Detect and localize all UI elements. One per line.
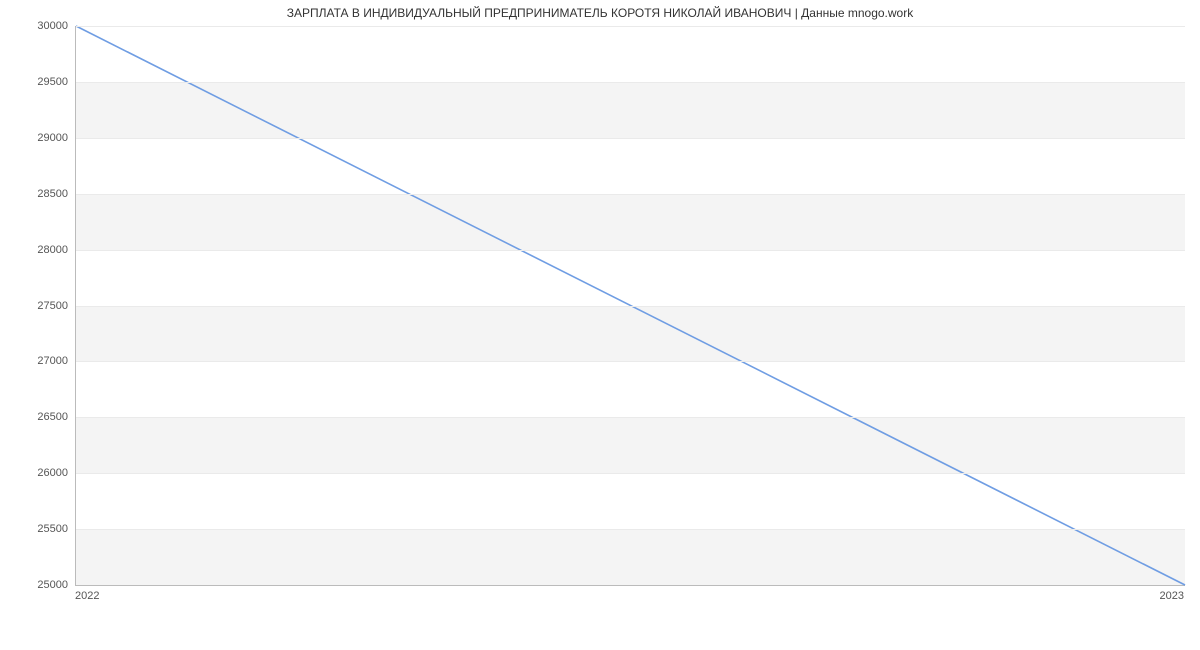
y-tick-label: 28500 xyxy=(8,188,68,200)
y-tick-label: 29500 xyxy=(8,76,68,88)
gridline xyxy=(76,361,1185,362)
x-tick-label: 2023 xyxy=(1160,590,1184,602)
y-tick-label: 27500 xyxy=(8,300,68,312)
gridline xyxy=(76,82,1185,83)
gridline xyxy=(76,306,1185,307)
plot-area xyxy=(75,26,1185,586)
y-tick-label: 25500 xyxy=(8,523,68,535)
salary-chart: ЗАРПЛАТА В ИНДИВИДУАЛЬНЫЙ ПРЕДПРИНИМАТЕЛ… xyxy=(0,0,1200,650)
y-tick-label: 25000 xyxy=(8,579,68,591)
chart-title: ЗАРПЛАТА В ИНДИВИДУАЛЬНЫЙ ПРЕДПРИНИМАТЕЛ… xyxy=(0,6,1200,20)
y-tick-label: 26500 xyxy=(8,411,68,423)
gridline xyxy=(76,417,1185,418)
y-tick-label: 28000 xyxy=(8,244,68,256)
gridline xyxy=(76,529,1185,530)
y-tick-label: 27000 xyxy=(8,355,68,367)
gridline xyxy=(76,473,1185,474)
y-tick-label: 29000 xyxy=(8,132,68,144)
y-tick-label: 26000 xyxy=(8,467,68,479)
x-tick-label: 2022 xyxy=(75,590,99,602)
y-tick-label: 30000 xyxy=(8,20,68,32)
gridline xyxy=(76,138,1185,139)
gridline xyxy=(76,26,1185,27)
gridline xyxy=(76,250,1185,251)
gridline xyxy=(76,194,1185,195)
